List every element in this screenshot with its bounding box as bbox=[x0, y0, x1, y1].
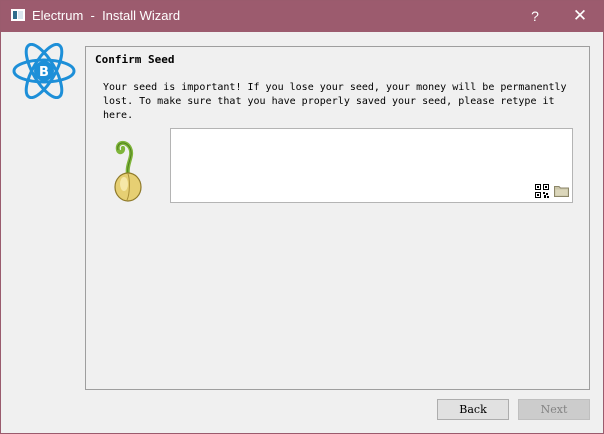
title-bar[interactable]: Electrum - Install Wizard ? ✕ bbox=[1, 1, 603, 32]
back-button[interactable]: Back bbox=[437, 399, 509, 420]
sprout-icon bbox=[114, 141, 142, 202]
seed-instructions: Your seed is important! If you lose your… bbox=[103, 82, 567, 121]
next-button[interactable]: Next bbox=[518, 399, 590, 420]
close-button[interactable]: ✕ bbox=[568, 5, 592, 27]
svg-text:B: B bbox=[39, 65, 49, 80]
install-wizard-window: Electrum - Install Wizard ? ✕ B Confirm … bbox=[0, 0, 604, 434]
wizard-content-panel: Confirm Seed Your seed is important! If … bbox=[85, 46, 590, 390]
seed-input[interactable] bbox=[170, 128, 573, 203]
window-title: Electrum - Install Wizard bbox=[32, 8, 181, 23]
page-title: Confirm Seed bbox=[95, 53, 175, 66]
folder-icon[interactable] bbox=[554, 185, 569, 197]
electrum-logo-icon: B bbox=[12, 43, 76, 99]
qr-code-icon[interactable] bbox=[535, 184, 549, 198]
app-icon bbox=[11, 9, 25, 21]
help-button[interactable]: ? bbox=[523, 5, 547, 27]
